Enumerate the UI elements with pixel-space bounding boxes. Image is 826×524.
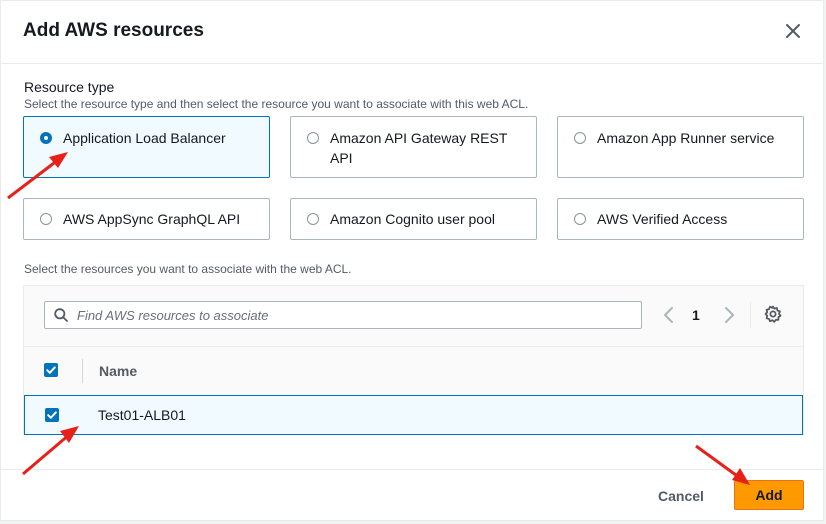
table-row[interactable]: Test01-ALB01 (24, 395, 803, 435)
close-button[interactable] (781, 19, 805, 43)
radio-unselected (574, 132, 586, 144)
add-button[interactable]: Add (734, 480, 804, 510)
resource-name-cell: Test01-ALB01 (98, 407, 186, 423)
radio-unselected (574, 213, 586, 225)
tile-aws-appsync-graphql-api[interactable]: AWS AppSync GraphQL API (23, 198, 270, 240)
tile-label: Amazon App Runner service (597, 130, 775, 146)
tile-amazon-app-runner-service[interactable]: Amazon App Runner service (557, 116, 804, 178)
chevron-left-icon (664, 307, 673, 323)
search-input[interactable] (77, 302, 627, 328)
column-header-name[interactable]: Name (99, 363, 137, 379)
chevron-right-icon (725, 307, 734, 323)
close-icon (786, 24, 800, 38)
tile-aws-verified-access[interactable]: AWS Verified Access (557, 198, 804, 240)
tile-application-load-balancer[interactable]: Application Load Balancer (23, 116, 270, 178)
preferences-button[interactable] (764, 305, 782, 328)
search-icon (54, 308, 68, 322)
page-number-button[interactable]: 1 (692, 307, 700, 323)
resources-description: Select the resources you want to associa… (24, 262, 352, 276)
table-toolbar: 1 (24, 286, 803, 347)
select-all-checkbox[interactable] (44, 363, 58, 377)
column-divider (82, 359, 83, 383)
row-checkbox[interactable] (45, 408, 59, 422)
resource-type-description: Select the resource type and then select… (24, 97, 529, 111)
modal-title: Add AWS resources (23, 20, 204, 41)
tile-label: AWS Verified Access (597, 211, 728, 227)
radio-unselected (40, 213, 52, 225)
modal-footer: Cancel Add (1, 469, 823, 523)
resources-table: 1 N (23, 285, 804, 435)
tile-label: Amazon Cognito user pool (330, 211, 495, 227)
search-field[interactable] (44, 301, 642, 329)
radio-unselected (307, 132, 319, 144)
toolbar-divider (750, 302, 751, 328)
resource-type-label: Resource type (24, 79, 115, 95)
tile-label: Amazon API Gateway REST API (330, 130, 508, 166)
tile-label: AWS AppSync GraphQL API (63, 211, 241, 227)
checkmark-icon (46, 366, 56, 374)
modal-header: Add AWS resources (1, 1, 823, 64)
tile-amazon-cognito-user-pool[interactable]: Amazon Cognito user pool (290, 198, 537, 240)
cancel-button[interactable]: Cancel (641, 480, 721, 512)
next-page-button[interactable] (722, 306, 736, 329)
tile-label: Application Load Balancer (63, 130, 226, 146)
add-aws-resources-modal: Add AWS resources Resource type Select t… (0, 0, 824, 521)
tile-amazon-api-gateway-rest-api[interactable]: Amazon API Gateway REST API (290, 116, 537, 178)
radio-selected (40, 132, 52, 144)
previous-page-button[interactable] (662, 306, 676, 329)
checkmark-icon (47, 411, 57, 419)
gear-icon (764, 305, 782, 323)
radio-unselected (307, 213, 319, 225)
table-header-row: Name (24, 347, 803, 395)
